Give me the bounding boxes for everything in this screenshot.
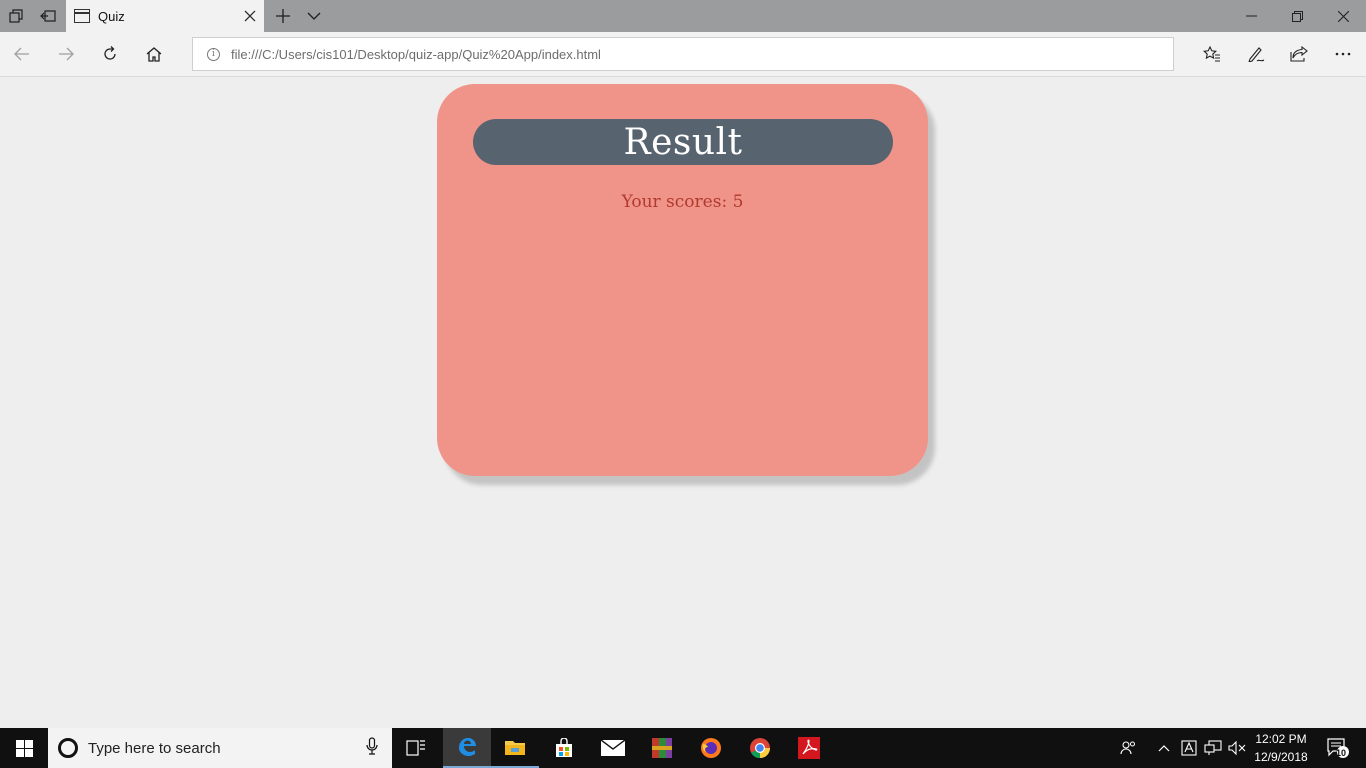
tabs-aside-icon[interactable]	[32, 0, 64, 32]
acrobat-icon[interactable]	[785, 728, 833, 768]
file-explorer-icon[interactable]	[491, 728, 539, 768]
forward-button[interactable]	[44, 32, 88, 76]
info-icon[interactable]: i	[207, 47, 220, 61]
edge-icon[interactable]	[443, 728, 491, 768]
close-tab-icon[interactable]	[236, 0, 264, 32]
microphone-icon[interactable]	[366, 737, 378, 759]
windows-logo-icon	[15, 739, 33, 757]
score-text: Your scores: 5	[621, 192, 744, 212]
notifications-icon[interactable]: 10	[1318, 728, 1358, 768]
address-bar[interactable]: i file:///C:/Users/cis101/Desktop/quiz-a…	[192, 37, 1174, 71]
result-card: Result Your scores: 5	[437, 84, 928, 476]
back-button[interactable]	[0, 32, 44, 76]
more-options-icon[interactable]	[1321, 32, 1365, 76]
windows-taskbar: Type here to search 12:02 PM 12/9/2018 1…	[0, 728, 1366, 768]
network-icon[interactable]	[1202, 728, 1224, 768]
cortana-icon	[58, 738, 78, 758]
clock-date: 12/9/2018	[1254, 750, 1308, 764]
task-view-icon[interactable]	[392, 728, 440, 768]
clock-time: 12:02 PM	[1255, 732, 1307, 746]
people-icon[interactable]	[1114, 728, 1144, 768]
browser-titlebar: Quiz	[0, 0, 1366, 32]
start-button[interactable]	[0, 728, 48, 768]
result-header: Result	[473, 119, 893, 165]
home-button[interactable]	[132, 32, 176, 76]
system-clock[interactable]: 12:02 PM 12/9/2018	[1248, 730, 1314, 766]
refresh-button[interactable]	[88, 32, 132, 76]
tab-quiz[interactable]: Quiz	[66, 0, 264, 32]
mail-icon[interactable]	[589, 728, 637, 768]
pen-icon[interactable]	[1234, 32, 1278, 76]
new-tab-icon[interactable]	[268, 0, 298, 32]
share-icon[interactable]	[1277, 32, 1321, 76]
keyboard-language-icon[interactable]	[1178, 728, 1200, 768]
tab-set-aside-icon[interactable]	[0, 0, 32, 32]
address-url: file:///C:/Users/cis101/Desktop/quiz-app…	[231, 46, 601, 62]
chevron-up-icon[interactable]	[1154, 728, 1174, 768]
favorites-icon[interactable]	[1190, 32, 1234, 76]
browser-navbar: i file:///C:/Users/cis101/Desktop/quiz-a…	[0, 32, 1366, 77]
search-placeholder: Type here to search	[88, 739, 221, 757]
volume-muted-icon[interactable]	[1226, 728, 1248, 768]
chrome-icon[interactable]	[736, 728, 784, 768]
close-window-button[interactable]	[1320, 0, 1366, 32]
restore-button[interactable]	[1274, 0, 1320, 32]
notification-count: 10	[1336, 748, 1347, 758]
page-icon	[74, 9, 90, 23]
winrar-icon[interactable]	[638, 728, 686, 768]
result-title: Result	[623, 121, 743, 163]
taskbar-search[interactable]: Type here to search	[48, 728, 392, 768]
store-icon[interactable]	[540, 728, 588, 768]
minimize-button[interactable]	[1228, 0, 1274, 32]
firefox-icon[interactable]	[687, 728, 735, 768]
chevron-down-icon[interactable]	[300, 0, 328, 32]
tab-title: Quiz	[98, 8, 125, 24]
